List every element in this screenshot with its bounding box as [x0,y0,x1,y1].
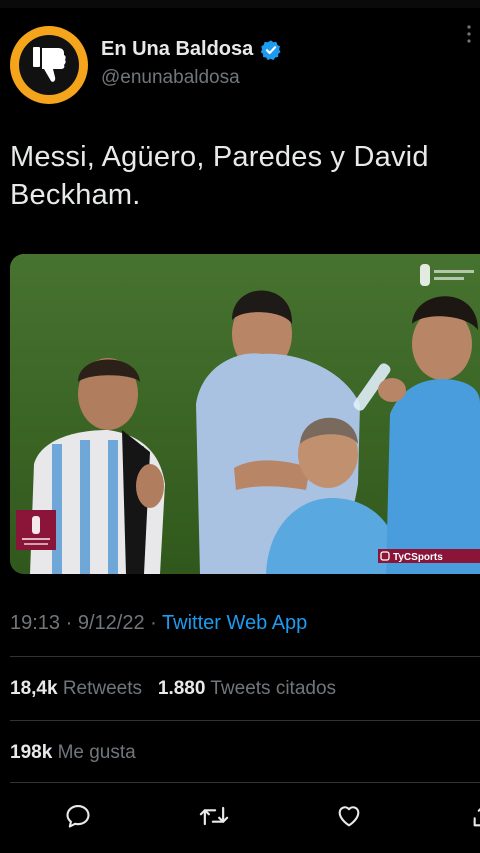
retweet-button[interactable] [196,798,232,834]
retweets-stat[interactable]: 18,4k Retweets [10,678,142,699]
tweet-photo[interactable]: TyCSports [10,254,480,574]
meta-separator: · [65,612,73,634]
heart-icon [338,806,360,827]
tweet-meta: 19:13 · 9/12/22 · Twitter Web App [10,612,307,635]
share-button[interactable] [466,798,480,834]
divider [10,782,480,783]
avatar[interactable] [10,26,88,104]
quotes-stat[interactable]: 1.880 Tweets citados [158,678,336,699]
divider [10,656,480,657]
quotes-label: Tweets citados [210,678,337,699]
avatar-center [19,35,79,95]
retweets-label: Retweets [62,678,143,699]
author-name-row[interactable]: En Una Baldosa [101,38,282,61]
meta-separator-2: · [150,612,157,634]
divider [10,720,480,721]
more-options-icon[interactable] [464,24,474,44]
status-strip [0,0,480,8]
verified-badge-icon [260,39,281,60]
tweet-source-link[interactable]: Twitter Web App [162,612,307,634]
share-icon [473,808,480,827]
likes-stats-row: 198k Me gusta [10,742,136,764]
reply-button[interactable] [60,798,96,834]
broadcaster-label: TyCSports [393,552,443,563]
retweet-stats-row: 18,4k Retweets 1.880 Tweets citados [10,678,336,700]
broadcaster-badge: TyCSports [378,549,480,563]
tweet-text: Messi, Agüero, Paredes y David Beckham. [10,141,429,211]
photo-scene: TyCSports [10,254,480,574]
like-button[interactable] [331,798,367,834]
likes-stat[interactable]: 198k Me gusta [10,742,136,763]
retweets-count: 18,4k [10,678,58,699]
thumbs-down-icon [33,47,66,82]
author-name[interactable]: En Una Baldosa [101,38,253,61]
tweet-actions-bar [0,798,480,834]
retweet-icon [199,806,229,826]
tweet-time[interactable]: 19:13 [10,612,60,634]
quotes-count: 1.880 [157,678,206,699]
tweet-date[interactable]: 9/12/22 [78,612,145,634]
likes-count: 198k [10,742,53,763]
likes-label: Me gusta [57,742,136,763]
comment-icon [66,805,90,828]
author-handle[interactable]: @enunabaldosa [101,67,240,89]
tournament-logo-bottom-icon [16,510,56,550]
